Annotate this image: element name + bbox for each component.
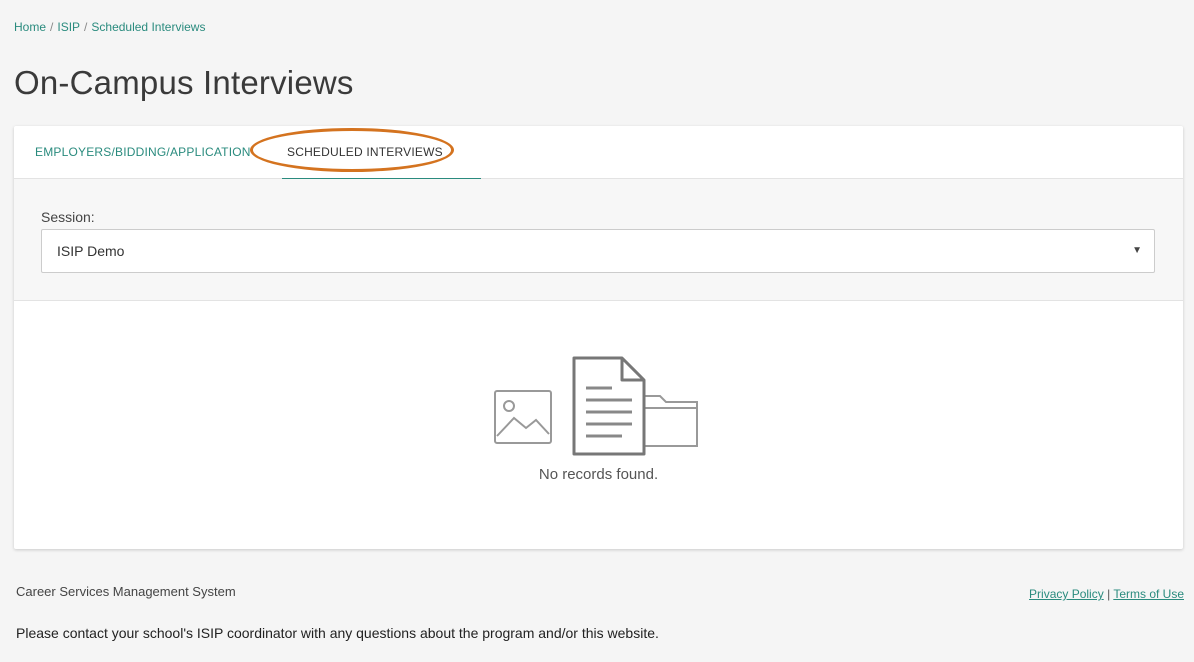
session-filter-panel: Session: ISIP Demo ▼ bbox=[14, 179, 1183, 301]
tab-scheduled-interviews[interactable]: SCHEDULED INTERVIEWS bbox=[282, 126, 481, 180]
tab-employers-bidding-application[interactable]: EMPLOYERS/BIDDING/APPLICATION bbox=[35, 126, 251, 179]
privacy-policy-link[interactable]: Privacy Policy bbox=[1029, 587, 1104, 601]
no-records-message: No records found. bbox=[538, 466, 659, 483]
breadcrumb-scheduled-interviews-link[interactable]: Scheduled Interviews bbox=[91, 20, 205, 34]
footer-system-name: Career Services Management System bbox=[16, 584, 236, 599]
session-select[interactable]: ISIP Demo ▼ bbox=[41, 229, 1155, 273]
breadcrumb-home-link[interactable]: Home bbox=[14, 20, 46, 34]
folder-icon bbox=[641, 395, 698, 447]
tab-bar: EMPLOYERS/BIDDING/APPLICATION SCHEDULED … bbox=[14, 126, 1183, 180]
breadcrumb: Home / ISIP / Scheduled Interviews bbox=[14, 20, 205, 34]
session-select-value: ISIP Demo bbox=[57, 243, 125, 259]
session-label: Session: bbox=[41, 209, 95, 225]
breadcrumb-separator: / bbox=[50, 20, 54, 34]
terms-of-use-link[interactable]: Terms of Use bbox=[1113, 587, 1184, 601]
empty-state-illustration bbox=[494, 356, 698, 456]
footer-link-separator: | bbox=[1107, 587, 1111, 601]
document-icon bbox=[572, 356, 646, 456]
content-card: EMPLOYERS/BIDDING/APPLICATION SCHEDULED … bbox=[14, 126, 1183, 549]
breadcrumb-separator: / bbox=[84, 20, 88, 34]
footer-note: Please contact your school's ISIP coordi… bbox=[16, 625, 659, 641]
image-icon bbox=[494, 390, 552, 444]
chevron-down-icon: ▼ bbox=[1132, 245, 1142, 256]
footer-links: Privacy Policy | Terms of Use bbox=[1029, 587, 1184, 601]
breadcrumb-isip-link[interactable]: ISIP bbox=[57, 20, 80, 34]
page-title: On-Campus Interviews bbox=[14, 64, 354, 101]
tab-scheduled-interviews-label: SCHEDULED INTERVIEWS bbox=[287, 145, 443, 159]
empty-state: No records found. bbox=[14, 301, 1183, 547]
